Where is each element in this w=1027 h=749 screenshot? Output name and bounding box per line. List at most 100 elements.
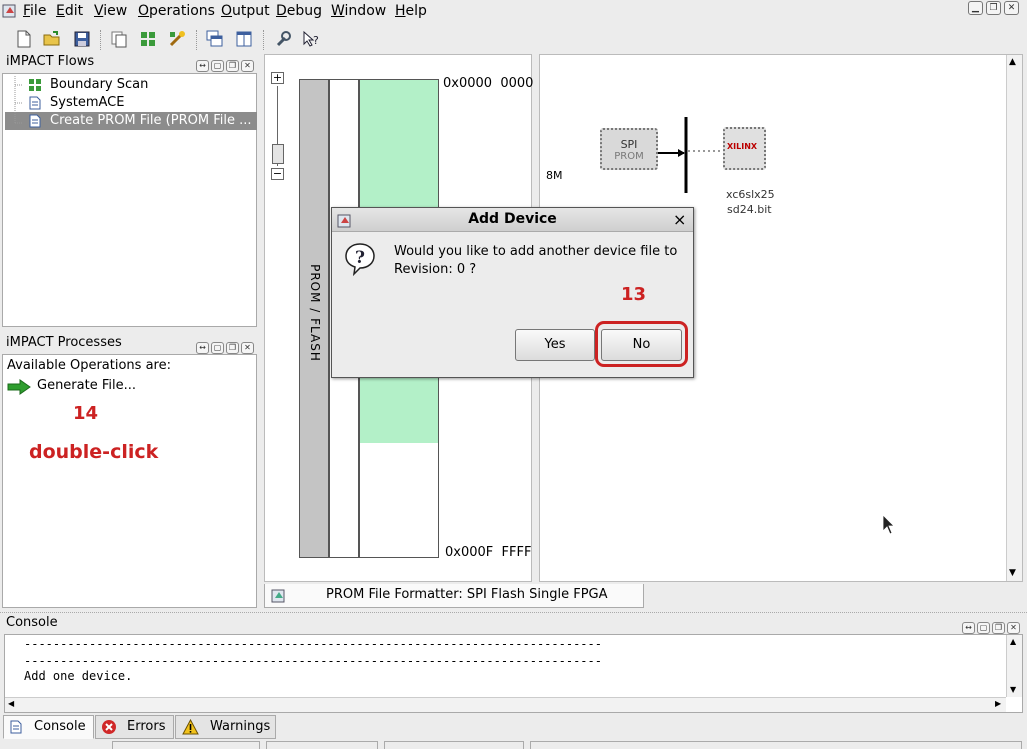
jtag-chain-connector [658, 117, 722, 193]
wrench-icon[interactable] [273, 29, 293, 49]
toolbar-separator [100, 30, 102, 50]
bit-file-name-line2: sd24.bit [727, 203, 772, 216]
prom-flash-label: PROM / FLASH [308, 264, 322, 362]
flows-panel-controls: ↔ ▢ ❐ ✕ [194, 57, 254, 72]
dialog-close-button[interactable]: × [673, 210, 686, 229]
console-line: ----------------------------------------… [24, 654, 602, 668]
no-button[interactable]: No [601, 329, 682, 361]
open-folder-icon[interactable] [42, 29, 62, 49]
no-label: No [632, 337, 651, 352]
panel-float-button[interactable]: ↔ [196, 342, 209, 354]
flow-label: SystemACE [50, 95, 125, 110]
flow-label: Create PROM File (PROM File ... [50, 113, 252, 128]
bit-file-name-line1: xc6slx25 [726, 188, 775, 201]
scroll-up-icon[interactable]: ▲ [1010, 637, 1016, 646]
scroll-down-icon[interactable]: ▼ [1010, 685, 1016, 694]
annotation-step-13: 13 [621, 284, 647, 305]
console-panel-controls: ↔ ▢ ❐ ✕ [960, 619, 1020, 634]
toolbar-separator [196, 30, 198, 50]
tab-warnings[interactable]: Warnings [175, 715, 276, 739]
menu-edit[interactable]: Edit [56, 3, 83, 19]
panel-close-button[interactable]: ✕ [1007, 622, 1020, 634]
console-output[interactable]: ----------------------------------------… [4, 634, 1023, 713]
grid-icon[interactable] [138, 29, 158, 49]
panel-restore-button[interactable]: ❐ [226, 342, 239, 354]
mouse-cursor-icon [882, 514, 895, 535]
start-address: 0x0000 0000 [443, 76, 534, 91]
scroll-left-icon[interactable]: ◀ [8, 699, 14, 708]
panel-close-button[interactable]: ✕ [241, 60, 254, 72]
copy-icon[interactable] [109, 29, 129, 49]
zoom-in-button[interactable]: + [271, 72, 284, 84]
green-arrow-icon [7, 379, 31, 395]
help-cursor-icon[interactable]: ? [301, 29, 321, 49]
new-file-icon[interactable] [14, 29, 34, 49]
panel-maximize-button[interactable]: ▢ [211, 60, 224, 72]
flow-boundary-scan[interactable]: Boundary Scan [8, 76, 256, 94]
prom-label: PROM [614, 151, 644, 162]
status-cell [530, 741, 1022, 749]
annotation-double-click: double-click [29, 441, 159, 463]
svg-text:?: ? [313, 34, 319, 47]
prom-flash-bar: PROM / FLASH [299, 79, 329, 558]
flows-panel-title: iMPACT Flows [6, 54, 95, 69]
document-icon [29, 96, 41, 110]
size-label: 8M [546, 169, 563, 182]
save-icon[interactable] [72, 29, 92, 49]
xilinx-fpga-chip[interactable]: XILINX [723, 127, 766, 170]
zoom-slider[interactable]: + − [271, 72, 285, 182]
status-cell [266, 741, 378, 749]
spi-prom-chip[interactable]: SPI PROM [600, 128, 658, 170]
splitter[interactable] [0, 612, 1027, 614]
scroll-up-icon[interactable]: ▲ [1009, 57, 1016, 67]
prom-formatter-label: PROM File Formatter: SPI Flash Single FP… [326, 587, 608, 602]
yes-button[interactable]: Yes [515, 329, 595, 361]
console-horizontal-scrollbar[interactable]: ◀ ▶ [5, 697, 1006, 712]
generate-file-operation[interactable]: Generate File... [7, 378, 167, 396]
menu-view[interactable]: View [94, 3, 127, 19]
tab-errors[interactable]: Errors [95, 715, 174, 739]
spi-label: SPI [620, 138, 638, 151]
flow-create-prom-file[interactable]: Create PROM File (PROM File ... [5, 112, 257, 130]
console-vertical-scrollbar[interactable]: ▲ ▼ [1006, 635, 1022, 697]
wand-icon[interactable] [167, 29, 187, 49]
panel-float-button[interactable]: ↔ [962, 622, 975, 634]
restore-window-button[interactable]: ❐ [986, 1, 1001, 15]
flow-systemace[interactable]: SystemACE [8, 94, 256, 112]
zoom-thumb[interactable] [272, 144, 284, 164]
scroll-right-icon[interactable]: ▶ [995, 699, 1001, 708]
boundary-scan-icon [29, 79, 41, 91]
xilinx-logo: XILINX [727, 142, 758, 151]
dialog-message-line1: Would you like to add another device fil… [394, 244, 678, 259]
generate-file-label: Generate File... [37, 378, 136, 393]
minimize-window-button[interactable]: ▁ [968, 1, 983, 15]
close-window-button[interactable]: ✕ [1004, 1, 1019, 15]
tab-console[interactable]: Console [3, 715, 94, 739]
menu-debug[interactable]: Debug [276, 3, 322, 19]
console-line: ----------------------------------------… [24, 637, 602, 651]
panel-restore-button[interactable]: ❐ [226, 60, 239, 72]
processes-panel-title: iMPACT Processes [6, 335, 122, 350]
tile-windows-icon[interactable] [234, 29, 254, 49]
toolbar: ? [0, 26, 1027, 54]
menu-file[interactable]: File [23, 3, 46, 19]
prom-formatter-tab[interactable]: PROM File Formatter: SPI Flash Single FP… [264, 584, 644, 608]
zoom-out-button[interactable]: − [271, 168, 284, 180]
scroll-down-icon[interactable]: ▼ [1009, 568, 1016, 578]
menu-operations[interactable]: Operations [138, 3, 215, 19]
error-icon [102, 720, 116, 734]
menu-window[interactable]: Window [331, 3, 386, 19]
dialog-titlebar[interactable]: Add Device × [332, 208, 693, 232]
menu-help[interactable]: Help [395, 3, 427, 19]
panel-restore-button[interactable]: ❐ [992, 622, 1005, 634]
menu-output[interactable]: Output [221, 3, 270, 19]
panel-maximize-button[interactable]: ▢ [211, 342, 224, 354]
console-line: Add one device. [24, 669, 133, 683]
panel-maximize-button[interactable]: ▢ [977, 622, 990, 634]
panel-close-button[interactable]: ✕ [241, 342, 254, 354]
tab-label: Errors [127, 719, 166, 734]
device-view-scrollbar[interactable]: ▲ ▼ [1006, 55, 1022, 581]
panel-float-button[interactable]: ↔ [196, 60, 209, 72]
dialog-message-line2: Revision: 0 ? [394, 262, 477, 277]
cascade-windows-icon[interactable] [205, 29, 225, 49]
